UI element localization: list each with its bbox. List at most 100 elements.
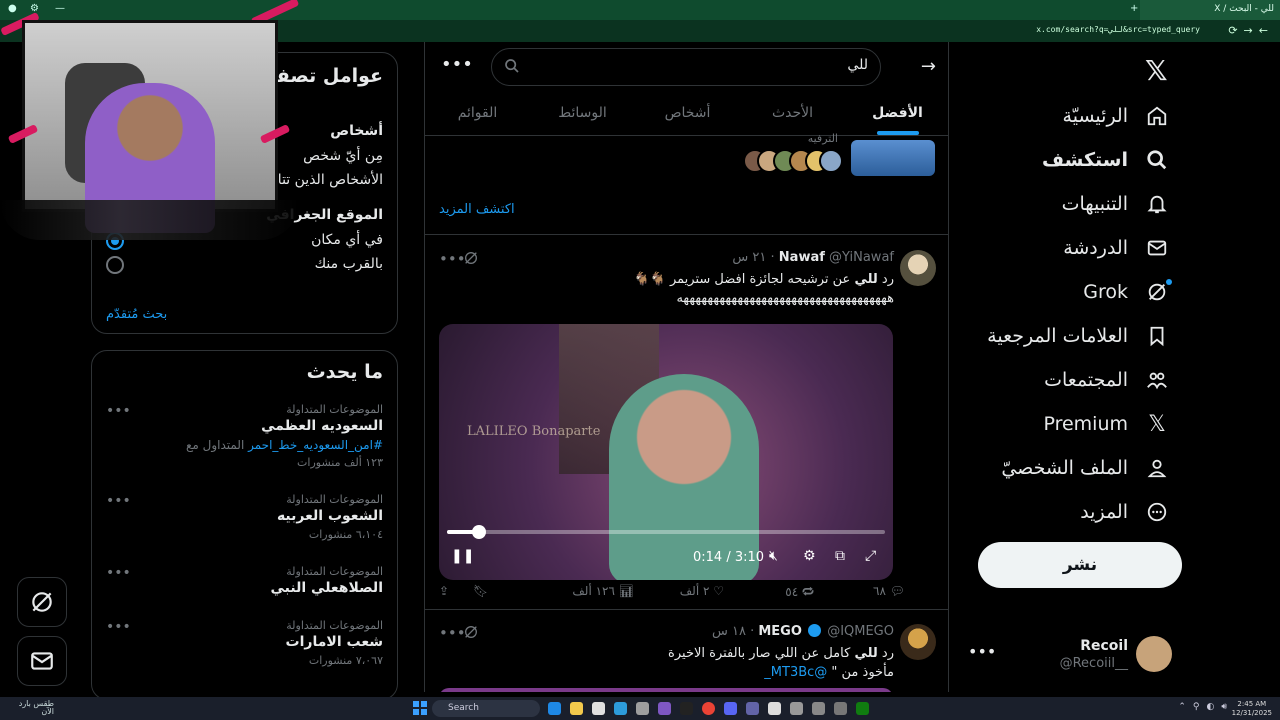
post-button[interactable]: نشر <box>978 542 1182 588</box>
people-filter-title: أشخاص <box>330 123 383 139</box>
bookmark-icon[interactable]: 🔖︎ <box>473 584 488 598</box>
more-dots-icon[interactable]: ••• <box>441 54 473 75</box>
settings-icon[interactable] <box>790 702 803 715</box>
back-arrow-icon[interactable]: → <box>921 56 936 77</box>
x-logo-icon[interactable]: 𝕏 <box>1145 54 1168 87</box>
reply-button[interactable]: 💬︎ ٦٨ <box>873 584 905 598</box>
nav-item-notifications[interactable]: التنبيهات <box>1062 184 1170 224</box>
account-switcher[interactable]: Recoil @Recoiil__ ••• <box>960 634 1200 678</box>
tab-latest[interactable]: الأحدث <box>740 94 845 135</box>
nav-label: استكشف <box>1042 149 1128 171</box>
tab-media[interactable]: الوسائط <box>530 94 635 135</box>
search-input[interactable] <box>528 57 868 73</box>
tab-top[interactable]: الأفضل <box>845 94 948 135</box>
weather-widget[interactable]: طقس بارد الآن <box>4 700 54 716</box>
grok-float-button[interactable] <box>17 577 67 627</box>
grok-icon[interactable] <box>463 250 479 270</box>
pause-icon[interactable]: ❚❚ <box>451 548 474 564</box>
file-explorer-icon[interactable] <box>570 702 583 715</box>
more-dots-icon[interactable]: ••• <box>106 493 131 509</box>
tweet-time[interactable]: ٢١ س <box>732 250 766 265</box>
settings-gear-icon[interactable]: ⚙ <box>803 548 816 564</box>
tab-lists[interactable]: القوائم <box>425 94 530 135</box>
views-button[interactable]: 📊︎ ١٢٦ ألف <box>572 584 634 598</box>
browser-nav-icons[interactable]: ⟳→← <box>1228 24 1274 37</box>
chrome-icon[interactable] <box>702 702 715 715</box>
more-dots-icon[interactable]: ••• <box>439 624 466 642</box>
system-tray-icons[interactable]: ⌃⚲◐🔊︎ <box>1178 702 1234 712</box>
more-dots-icon[interactable]: ••• <box>106 403 131 419</box>
nav-item-grok[interactable]: Grok <box>1083 272 1172 312</box>
avatar[interactable] <box>900 624 936 660</box>
clock-time: 2:45 AM <box>1237 700 1267 708</box>
taskbar-search[interactable]: Search <box>432 700 540 717</box>
trend-hashtag-link[interactable]: #امن_السعوديه_خط_احمر <box>248 438 383 452</box>
xbox-icon[interactable] <box>856 702 869 715</box>
app-icon[interactable] <box>768 702 781 715</box>
app-icon[interactable] <box>812 702 825 715</box>
tab-people[interactable]: أشخاص <box>635 94 740 135</box>
browser-tab[interactable]: للي - البحث / X <box>1140 0 1280 20</box>
tweet-author-name[interactable]: MEGO <box>758 624 802 639</box>
nav-item-profile[interactable]: الملف الشخصيّ <box>1001 448 1170 488</box>
repost-button[interactable]: 🔁︎ ٥٤ <box>785 584 814 601</box>
grok-icon[interactable] <box>463 624 479 644</box>
trend-name: الشعوب العربيه <box>276 508 383 524</box>
radio-near-you[interactable] <box>106 256 124 274</box>
tweet-author-name[interactable]: Nawaf <box>779 250 825 265</box>
filter-option-anywhere[interactable]: في أي مكان <box>311 232 383 248</box>
video-progress-bar[interactable] <box>447 525 885 539</box>
search-box[interactable] <box>491 48 881 86</box>
app-icon[interactable] <box>834 702 847 715</box>
more-dots-icon[interactable]: ••• <box>439 250 466 268</box>
media-preview[interactable] <box>439 688 893 692</box>
tweet-author-handle[interactable]: @YiNawaf <box>829 250 894 265</box>
tweet-card[interactable]: Nawaf @YiNawaf · ٢١ س ••• رد للي عن ترشي… <box>425 242 948 610</box>
nav-item-home[interactable]: الرئيسيّة <box>1063 96 1170 136</box>
like-button[interactable]: ♡ ٢ ألف <box>680 584 724 598</box>
picture-in-picture-icon[interactable]: ⧉ <box>835 548 845 564</box>
trend-item[interactable]: الموضوعات المتداولة السعوديه العظمي #امن… <box>103 403 383 469</box>
advanced-search-link[interactable]: بحث مُتقدّم <box>106 307 167 322</box>
new-tab-icon[interactable]: + <box>1130 3 1138 14</box>
url-text[interactable]: x.com/search?q=للي&src=typed_query <box>1036 25 1200 34</box>
video-scrubber-handle[interactable] <box>472 525 487 539</box>
store-icon[interactable] <box>592 702 605 715</box>
explore-more-link[interactable]: اكتشف المزيد <box>439 202 515 217</box>
app-icon[interactable] <box>658 702 671 715</box>
tweet-card[interactable]: MEGO @IQMEGO · ١٨ س ••• رد للي كامل عن ا… <box>425 616 948 692</box>
nav-item-bookmarks[interactable]: العلامات المرجعية <box>987 316 1170 356</box>
mail-app-icon[interactable] <box>614 702 627 715</box>
trend-item[interactable]: الموضوعات المتداولة الشعوب العربيه ٦،١٠٤… <box>103 493 383 541</box>
discord-icon[interactable] <box>724 702 737 715</box>
nav-item-explore[interactable]: استكشف <box>1042 140 1170 180</box>
share-icon[interactable]: ⇪ <box>439 584 449 598</box>
video-player[interactable]: LALILEO Bonaparte ❚❚ 0:14 / 3:10 🔇︎ ⚙ ⧉ … <box>439 324 893 580</box>
tweet-time[interactable]: ١٨ س <box>712 624 746 639</box>
edge-icon[interactable] <box>548 702 561 715</box>
nav-item-more[interactable]: المزيد <box>1080 492 1170 532</box>
search-tabs: الأفضل الأحدث أشخاص الوسائط القوائم <box>425 94 948 136</box>
more-dots-icon[interactable]: ••• <box>106 565 131 581</box>
more-dots-icon[interactable]: ••• <box>968 642 996 661</box>
trend-item[interactable]: الموضوعات المتداولة شعب الامارات ٧،٠٦٧ م… <box>103 619 383 667</box>
tiktok-icon[interactable] <box>680 702 693 715</box>
trend-item[interactable]: الموضوعات المتداولة الصلاهعلي النبي <box>103 565 384 596</box>
nav-item-premium[interactable]: 𝕏 Premium <box>1043 404 1170 444</box>
more-dots-icon[interactable]: ••• <box>106 619 131 635</box>
avatar[interactable] <box>900 250 936 286</box>
windows-start-icon[interactable] <box>413 701 427 715</box>
mention-link[interactable]: @MT3Bc_ <box>764 665 827 680</box>
taskbar-clock[interactable]: 2:45 AM 12/31/2025 <box>1232 700 1272 718</box>
mute-icon[interactable]: 🔇︎ <box>769 548 778 564</box>
filter-option-near-you[interactable]: بالقرب منك <box>315 256 383 272</box>
nav-item-messages[interactable]: الدردشة <box>1063 228 1170 268</box>
teams-icon[interactable] <box>746 702 759 715</box>
fullscreen-icon[interactable]: ⤢ <box>865 548 876 564</box>
tweet-author-handle[interactable]: @IQMEGO <box>827 624 894 639</box>
filter-option-anyone[interactable]: مِن أيّ شخص <box>303 148 383 164</box>
nav-item-communities[interactable]: المجتمعات <box>1044 360 1170 400</box>
trend-thumbnail[interactable] <box>851 140 935 176</box>
messages-float-button[interactable] <box>17 636 67 686</box>
app-icon[interactable] <box>636 702 649 715</box>
